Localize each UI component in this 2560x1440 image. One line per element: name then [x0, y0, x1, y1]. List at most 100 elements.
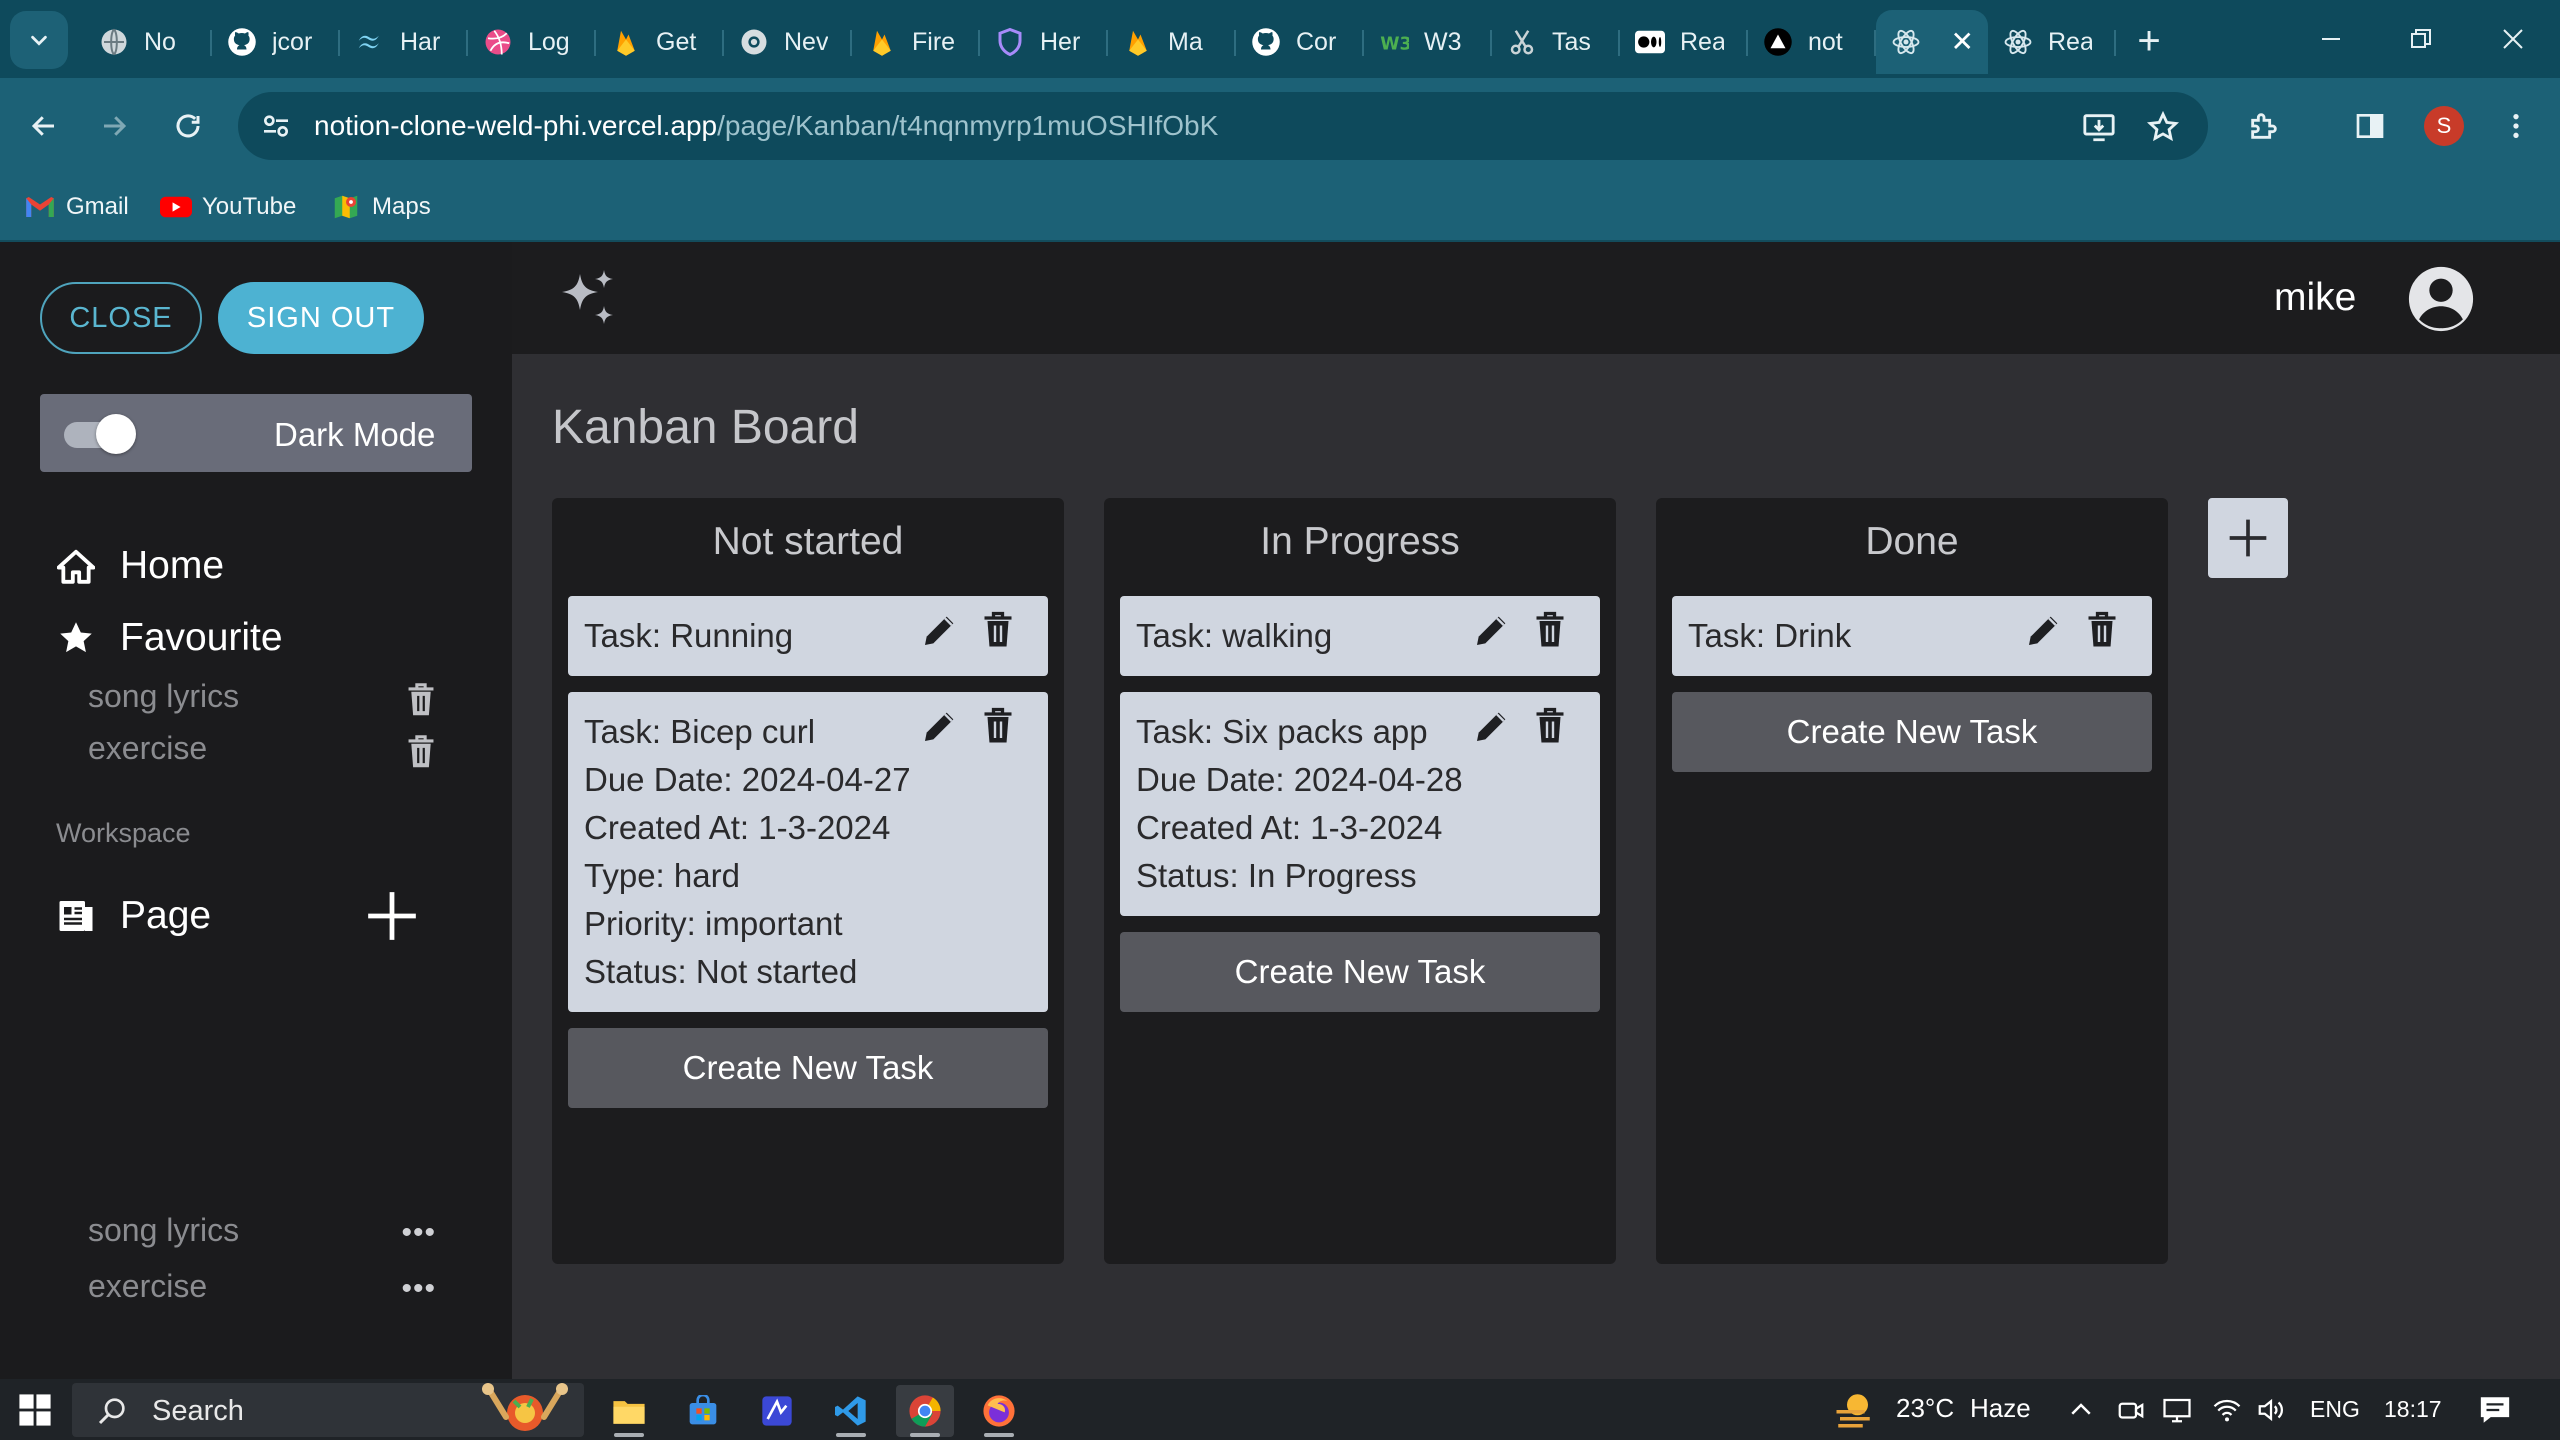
page-item[interactable]: song lyrics •••	[88, 1212, 438, 1256]
sidebar-item-page[interactable]: Page	[56, 886, 211, 946]
browser-tab[interactable]: Her	[980, 10, 1108, 74]
tab-search-button[interactable]	[10, 11, 68, 69]
dark-mode-toggle[interactable]: Dark Mode	[40, 394, 472, 472]
windows-start-icon[interactable]	[18, 1393, 52, 1427]
create-new-task-button[interactable]: Create New Task	[1672, 692, 2152, 772]
taskbar-store[interactable]	[674, 1385, 732, 1437]
task-field: Due Date: 2024-04-28	[1136, 761, 1463, 798]
minimize-button[interactable]	[2296, 14, 2366, 64]
taskbar-chrome[interactable]	[896, 1385, 954, 1437]
create-new-task-button[interactable]: Create New Task	[568, 1028, 1048, 1108]
toggle-knob	[96, 414, 136, 454]
browser-tab[interactable]: Nev	[724, 10, 852, 74]
bookmark-gmail[interactable]: Gmail	[24, 188, 129, 226]
install-app-icon[interactable]	[2082, 110, 2116, 144]
bookmark-maps[interactable]: Maps	[330, 188, 431, 226]
taskbar-powerapps[interactable]	[748, 1385, 806, 1437]
more-options-icon[interactable]: •••	[401, 1272, 436, 1306]
browser-tab[interactable]: W3 W3	[1364, 10, 1492, 74]
browser-tab[interactable]: Rea	[1988, 10, 2116, 74]
create-new-task-button[interactable]: Create New Task	[1120, 932, 1600, 1012]
reload-button[interactable]	[164, 102, 212, 150]
tab-label: Har	[400, 27, 441, 56]
task-card[interactable]: Task: Running	[568, 596, 1048, 676]
taskbar-vscode[interactable]	[822, 1385, 880, 1437]
trash-icon[interactable]	[980, 610, 1016, 650]
task-card[interactable]: Task: walking	[1120, 596, 1600, 676]
browser-tab[interactable]: jcor	[212, 10, 340, 74]
browser-tab[interactable]: Ma	[1108, 10, 1236, 74]
clock[interactable]: 18:17	[2384, 1396, 2442, 1423]
chevron-up-icon[interactable]	[2066, 1395, 2096, 1425]
browser-tab[interactable]: Fire	[852, 10, 980, 74]
plus-icon	[2229, 519, 2267, 557]
display-icon[interactable]	[2162, 1395, 2192, 1425]
add-page-icon[interactable]	[366, 890, 418, 942]
weather-haze-icon[interactable]	[1832, 1389, 1876, 1431]
browser-tab-active[interactable]: ✕	[1876, 10, 1988, 74]
browser-tab[interactable]: Rea	[1620, 10, 1748, 74]
pencil-icon[interactable]	[1472, 610, 1512, 650]
notifications-icon[interactable]	[2478, 1393, 2512, 1427]
pencil-icon[interactable]	[920, 610, 960, 650]
favourite-item[interactable]: exercise	[88, 730, 438, 774]
window-close-button[interactable]	[2478, 14, 2548, 64]
bookmark-youtube[interactable]: YouTube	[160, 188, 296, 226]
task-card[interactable]: Task: Bicep curl Due Date: 2024-04-27 Cr…	[568, 692, 1048, 1012]
close-icon	[2503, 29, 2523, 49]
favourite-item[interactable]: song lyrics	[88, 678, 438, 722]
close-sidebar-button[interactable]: CLOSE	[40, 282, 202, 354]
trash-icon[interactable]	[980, 706, 1016, 746]
browser-tab[interactable]: not	[1748, 10, 1876, 74]
trash-icon[interactable]	[404, 734, 438, 770]
volume-icon[interactable]	[2256, 1395, 2286, 1425]
forward-button[interactable]	[90, 102, 138, 150]
trash-icon[interactable]	[2084, 610, 2120, 650]
board-title: Kanban Board	[552, 401, 859, 454]
sign-out-button[interactable]: SIGN OUT	[218, 282, 424, 354]
page-item[interactable]: exercise •••	[88, 1268, 438, 1312]
sidebar-item-favourite[interactable]: Favourite	[56, 608, 283, 668]
add-column-button[interactable]	[2208, 498, 2288, 578]
new-tab-button[interactable]: +	[2124, 18, 2174, 68]
browser-tab[interactable]: Get	[596, 10, 724, 74]
bookmark-star-icon[interactable]	[2146, 110, 2180, 144]
weather-temperature[interactable]: 23°C	[1896, 1393, 1954, 1424]
site-settings-icon[interactable]	[260, 110, 292, 142]
taskbar-firefox[interactable]	[970, 1385, 1028, 1437]
sparkles-icon[interactable]	[556, 266, 620, 330]
back-button[interactable]	[20, 102, 68, 150]
more-options-icon[interactable]: •••	[401, 1216, 436, 1250]
weather-condition[interactable]: Haze	[1970, 1393, 2031, 1424]
extensions-button[interactable]	[2240, 102, 2288, 150]
browser-tab[interactable]: Har	[340, 10, 468, 74]
taskbar-file-explorer[interactable]	[600, 1385, 658, 1437]
wifi-icon[interactable]	[2212, 1395, 2242, 1425]
trash-icon[interactable]	[1532, 706, 1568, 746]
pencil-icon[interactable]	[920, 706, 960, 746]
restore-button[interactable]	[2386, 14, 2456, 64]
address-bar[interactable]: notion-clone-weld-phi.vercel.app/page/Ka…	[238, 92, 2208, 160]
pencil-icon[interactable]	[1472, 706, 1512, 746]
language-indicator[interactable]: ENG	[2310, 1396, 2360, 1423]
browser-tab[interactable]: Log	[468, 10, 596, 74]
github-icon	[1250, 26, 1282, 58]
browser-tab[interactable]: No	[84, 10, 212, 74]
browser-menu-button[interactable]	[2492, 102, 2540, 150]
trash-icon[interactable]	[1532, 610, 1568, 650]
profile-avatar[interactable]: S	[2424, 106, 2464, 146]
minimize-icon	[2322, 38, 2340, 40]
arrow-right-icon	[104, 116, 127, 136]
browser-tab[interactable]: Cor	[1236, 10, 1364, 74]
task-card[interactable]: Task: Drink	[1672, 596, 2152, 676]
close-tab-icon[interactable]: ✕	[1951, 24, 1974, 60]
trash-icon[interactable]	[404, 682, 438, 718]
taskbar-search[interactable]: Search	[72, 1383, 584, 1437]
camera-icon[interactable]	[2116, 1395, 2146, 1425]
browser-tab[interactable]: Tas	[1492, 10, 1620, 74]
task-card[interactable]: Task: Six packs app Due Date: 2024-04-28…	[1120, 692, 1600, 916]
pencil-icon[interactable]	[2024, 610, 2064, 650]
sidebar-item-home[interactable]: Home	[56, 536, 224, 596]
side-panel-button[interactable]	[2346, 102, 2394, 150]
user-avatar-icon[interactable]	[2406, 264, 2476, 334]
